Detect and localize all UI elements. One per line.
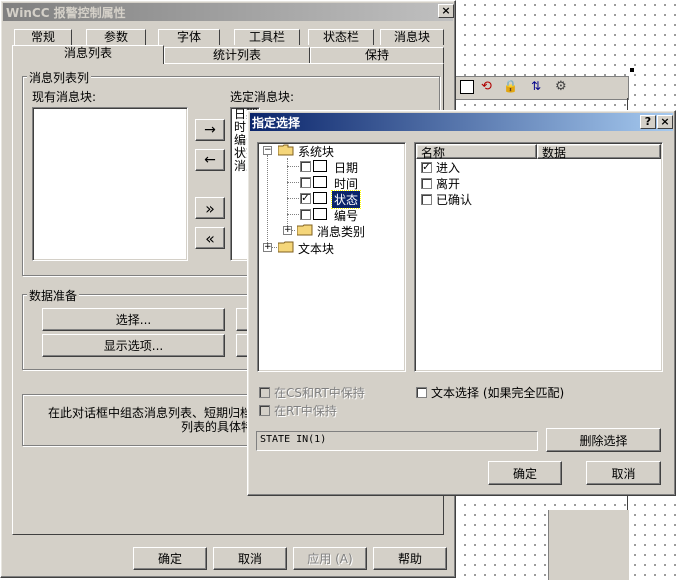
- column-header-data[interactable]: 数据: [537, 144, 661, 160]
- acknowledged-checkbox[interactable]: [421, 194, 432, 205]
- tree-item-message-class[interactable]: 消息类别: [317, 223, 365, 240]
- expand-text-block-icon[interactable]: +: [263, 243, 272, 252]
- tab-toolbar[interactable]: 工具栏: [234, 29, 300, 45]
- delete-selection-button[interactable]: 删除选择: [546, 428, 661, 452]
- ok-button[interactable]: 确定: [133, 547, 207, 570]
- info-text-line-2: 列表的具体特: [181, 420, 254, 434]
- text-select-label: 文本选择 (如果完全匹配): [431, 386, 565, 400]
- data-preparation-label: 数据准备: [27, 287, 80, 304]
- tab-parameters[interactable]: 参数: [86, 29, 146, 45]
- main-dialog-title: WinCC 报警控制属性: [6, 6, 126, 20]
- folder-icon: [278, 241, 294, 253]
- tab-message-blocks[interactable]: 消息块: [380, 29, 444, 45]
- number-checkbox[interactable]: [300, 209, 311, 220]
- sub-cancel-button[interactable]: 取消: [586, 461, 661, 485]
- toolbar-settings-icon[interactable]: ⚙: [555, 79, 567, 94]
- tab-message-list[interactable]: 消息列表: [12, 45, 164, 64]
- background-panel-bottom: [548, 510, 629, 580]
- tree-item-text-block[interactable]: 文本块: [298, 240, 334, 257]
- tab-general[interactable]: 常规: [14, 29, 72, 45]
- expression-field[interactable]: STATE IN(1): [256, 431, 538, 451]
- tree-item-date[interactable]: 日期: [334, 159, 358, 176]
- expand-message-class-icon[interactable]: +: [283, 226, 292, 235]
- selection-handle: [630, 68, 634, 72]
- tab-statusbar[interactable]: 状态栏: [308, 29, 374, 45]
- column-header-name[interactable]: 名称: [416, 144, 537, 160]
- list-item-enter[interactable]: 进入: [436, 159, 460, 176]
- keep-rt-label: 在RT中保持: [274, 404, 337, 418]
- folder-open-icon: [278, 144, 294, 156]
- keep-cs-rt-checkbox[interactable]: [259, 387, 270, 398]
- toolbar-grid-icon[interactable]: [460, 80, 474, 94]
- text-select-checkbox[interactable]: [416, 387, 427, 398]
- block-item-icon: [313, 192, 327, 204]
- list-item-leave[interactable]: 离开: [436, 175, 460, 192]
- tab-font[interactable]: 字体: [158, 29, 220, 45]
- status-checkbox[interactable]: ✓: [300, 193, 311, 204]
- move-all-left-button[interactable]: «: [195, 227, 225, 249]
- tree-item-status[interactable]: 状态: [330, 190, 362, 209]
- cancel-button[interactable]: 取消: [213, 547, 287, 570]
- time-checkbox[interactable]: [300, 177, 311, 188]
- select-button[interactable]: 选择...: [42, 308, 225, 331]
- block-item-icon: [313, 208, 327, 220]
- tree-root-system-block[interactable]: 系统块: [298, 143, 334, 160]
- toolbar-sort-icon[interactable]: ⇅: [531, 79, 541, 93]
- keep-rt-checkbox[interactable]: [259, 405, 270, 416]
- sub-close-button[interactable]: ×: [657, 115, 673, 129]
- toolbar-recycle-icon[interactable]: ⟲: [481, 79, 492, 94]
- existing-blocks-label: 现有消息块:: [32, 90, 97, 104]
- help-title-button[interactable]: ?: [640, 115, 656, 129]
- sub-ok-button[interactable]: 确定: [488, 461, 562, 485]
- display-options-button[interactable]: 显示选项...: [42, 334, 225, 357]
- block-item-icon: [313, 176, 327, 188]
- tab-keep[interactable]: 保持: [310, 47, 444, 63]
- collapse-system-block-icon[interactable]: −: [263, 146, 272, 155]
- message-list-columns-label: 消息列表列: [27, 69, 92, 86]
- main-close-button[interactable]: ×: [438, 4, 454, 18]
- block-item-icon: [313, 160, 327, 172]
- tree-item-number[interactable]: 编号: [334, 207, 358, 224]
- keep-cs-rt-label: 在CS和RT中保持: [274, 386, 365, 400]
- move-all-right-button[interactable]: »: [195, 197, 225, 219]
- move-right-button[interactable]: →: [195, 119, 225, 141]
- date-checkbox[interactable]: [300, 161, 311, 172]
- help-button[interactable]: 帮助: [373, 547, 447, 570]
- move-left-button[interactable]: ←: [195, 149, 225, 171]
- existing-blocks-list[interactable]: [32, 107, 188, 261]
- leave-checkbox[interactable]: [421, 178, 432, 189]
- folder-icon: [297, 224, 313, 236]
- apply-button[interactable]: 应用 (A): [293, 547, 367, 570]
- tree-item-time[interactable]: 时间: [334, 175, 358, 192]
- enter-checkbox[interactable]: ✓: [421, 162, 432, 173]
- toolbar-lock-icon[interactable]: 🔒: [503, 79, 518, 93]
- sub-titlebar: [250, 113, 673, 131]
- tab-statistics-list[interactable]: 统计列表: [164, 47, 310, 63]
- list-item-acknowledged[interactable]: 已确认: [436, 191, 472, 208]
- block-tree-view[interactable]: [257, 142, 406, 372]
- selected-blocks-label: 选定消息块:: [230, 90, 295, 104]
- sub-dialog-title: 指定选择: [252, 116, 301, 130]
